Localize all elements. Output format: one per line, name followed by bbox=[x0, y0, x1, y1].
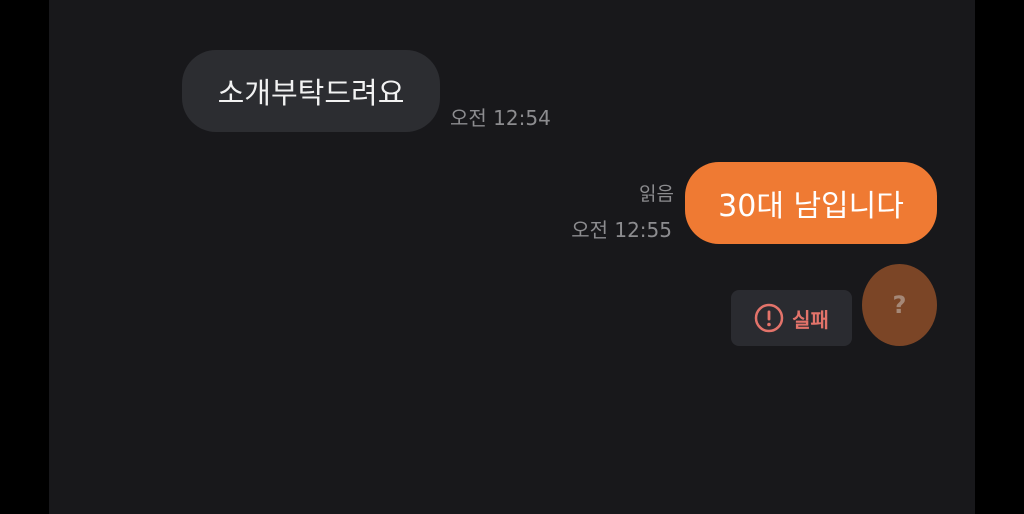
outgoing-message-text: 30대 남입니다 bbox=[718, 189, 904, 224]
avatar[interactable]: ? bbox=[862, 264, 937, 346]
outgoing-message-bubble[interactable]: 30대 남입니다 bbox=[685, 162, 937, 244]
chat-screen: 소개부탁드려요 오전 12:54 읽음 오전 12:55 30대 남입니다 실패… bbox=[49, 0, 975, 514]
incoming-message-bubble[interactable]: 소개부탁드려요 bbox=[182, 50, 440, 132]
send-failed-button[interactable]: 실패 bbox=[731, 290, 852, 346]
outgoing-message-time: 오전 12:55 bbox=[571, 218, 672, 242]
incoming-message-text: 소개부탁드려요 bbox=[217, 76, 405, 110]
incoming-message-time: 오전 12:54 bbox=[450, 106, 551, 130]
send-failed-label: 실패 bbox=[792, 307, 829, 332]
alert-circle-icon bbox=[754, 303, 784, 333]
avatar-glyph: ? bbox=[892, 291, 907, 319]
read-status: 읽음 bbox=[639, 183, 674, 205]
